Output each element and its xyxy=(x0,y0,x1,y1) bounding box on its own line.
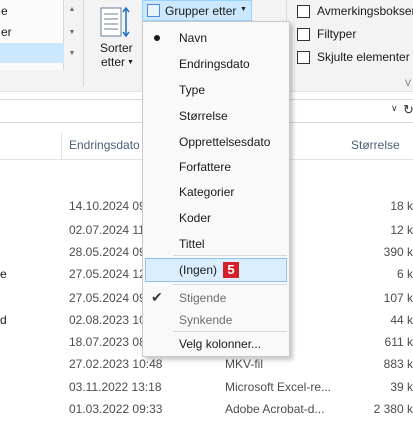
refresh-icon[interactable]: ↻ xyxy=(403,102,413,118)
menu-item-label: Stigende xyxy=(179,291,227,305)
menu-item-label: Opprettelsesdato xyxy=(179,135,271,149)
menu-item-size[interactable]: Størrelse xyxy=(145,104,287,128)
file-size: 12 k xyxy=(390,223,413,237)
file-size: 611 k xyxy=(384,335,413,349)
file-date: 27.05.2024 09 xyxy=(69,291,146,305)
sort-label: Sorter xyxy=(100,41,133,55)
file-size: 107 k xyxy=(383,291,413,305)
file-row[interactable]: 03.11.2022 13:18 Microsoft Excel-re... 39 … xyxy=(0,377,413,397)
step-badge: 5 xyxy=(223,262,239,278)
file-size: 6 k xyxy=(396,267,413,281)
file-type: Adobe Acrobat-d... xyxy=(225,402,325,416)
file-date: 28.05.2024 09 xyxy=(69,245,146,259)
menu-item-choose-columns[interactable]: Velg kolonner... xyxy=(145,332,287,356)
layout-item-selected[interactable] xyxy=(0,43,64,63)
menu-item-label: Koder xyxy=(179,211,212,225)
sort-icon xyxy=(100,6,130,38)
menu-item-label: Synkende xyxy=(179,313,233,327)
file-row[interactable]: 01.03.2022 09:33 Adobe Acrobat-d... 2 380 … xyxy=(0,399,413,419)
menu-item-type[interactable]: Type xyxy=(145,78,287,102)
file-name: d xyxy=(0,313,7,327)
menu-item-label: Størrelse xyxy=(179,109,228,123)
checkmark-icon: ✔ xyxy=(151,289,163,305)
radio-selected-icon xyxy=(154,35,160,41)
ribbon-section-label: V xyxy=(405,78,412,88)
file-size: 883 k xyxy=(383,357,413,371)
menu-item-label: Tittel xyxy=(179,237,205,251)
layout-item[interactable]: er xyxy=(0,22,64,42)
chevron-down-icon[interactable]: ∨ xyxy=(391,103,398,114)
chevron-down-icon: ▼ xyxy=(240,6,247,13)
file-type: MKV-fil xyxy=(225,357,264,371)
file-row[interactable]: 27.02.2023 10:48 MKV-fil 883 k xyxy=(0,354,413,374)
menu-item-label: Kategorier xyxy=(179,185,235,199)
scroll-up-icon[interactable]: ▲ xyxy=(68,6,76,14)
layout-gallery[interactable]: e er xyxy=(0,0,64,70)
menu-item-label: Type xyxy=(179,83,206,97)
file-name: e xyxy=(0,267,7,281)
checkbox[interactable] xyxy=(297,5,310,18)
group-by-menu: Navn Endringsdato Type Størrelse Opprett… xyxy=(142,21,290,357)
divider xyxy=(83,0,84,86)
checkbox-label: Skjulte elementer xyxy=(317,50,410,64)
checkbox[interactable] xyxy=(297,28,310,41)
menu-separator xyxy=(173,284,287,285)
menu-item-descending[interactable]: Synkende xyxy=(145,308,287,332)
file-size: 39 k xyxy=(390,380,413,394)
file-date: 27.05.2024 12 xyxy=(69,267,146,281)
menu-item-label: Navn xyxy=(179,31,208,45)
sort-by-button[interactable]: Sorter etter ▼ xyxy=(92,0,140,78)
sort-label-line2: etter ▼ xyxy=(101,55,134,69)
menu-item-label: Forfattere xyxy=(179,160,232,174)
menu-item-ascending[interactable]: ✔ Stigende xyxy=(145,286,287,310)
file-size: 390 k xyxy=(383,245,413,259)
file-date: 18.07.2023 08 xyxy=(69,335,146,349)
file-size: 18 k xyxy=(390,199,413,213)
group-by-button[interactable]: Grupper etter ▼ xyxy=(142,0,252,21)
chevron-down-icon: ▼ xyxy=(127,59,134,66)
menu-item-name[interactable]: Navn xyxy=(145,26,287,50)
checkbox-label: Filtyper xyxy=(317,27,357,41)
file-date: 01.03.2022 09:33 xyxy=(69,402,163,416)
menu-item-tags[interactable]: Koder xyxy=(145,206,287,230)
menu-item-date-created[interactable]: Opprettelsesdato xyxy=(145,130,287,154)
menu-item-label: (Ingen) xyxy=(179,263,218,277)
file-date: 02.08.2023 10 xyxy=(69,313,146,327)
menu-item-none[interactable]: (Ingen) 5 xyxy=(145,258,287,282)
column-header-date[interactable]: Endringsdato xyxy=(69,138,140,152)
column-header-size[interactable]: Størrelse xyxy=(351,138,400,152)
file-date: 27.02.2023 10:48 xyxy=(69,357,163,371)
menu-separator xyxy=(173,255,287,256)
group-by-icon xyxy=(147,4,160,17)
checkbox[interactable] xyxy=(297,51,310,64)
file-date: 14.10.2024 09: xyxy=(69,199,150,213)
menu-item-date-modified[interactable]: Endringsdato xyxy=(145,52,287,76)
menu-item-categories[interactable]: Kategorier xyxy=(145,180,287,204)
scroll-down-icon[interactable]: ▼ xyxy=(68,29,76,37)
layout-gallery-scrollbar[interactable]: ▲ ▼ ▼ xyxy=(66,0,78,64)
layout-item[interactable]: e xyxy=(0,1,64,21)
file-type: Microsoft Excel-re... xyxy=(225,380,332,394)
menu-item-label: Endringsdato xyxy=(179,57,250,71)
expand-gallery-icon[interactable]: ▼ xyxy=(68,50,76,58)
file-date: 03.11.2022 13:18 xyxy=(69,380,162,394)
file-size: 2 380 k xyxy=(373,402,413,416)
menu-item-authors[interactable]: Forfattere xyxy=(145,155,287,179)
menu-item-title[interactable]: Tittel xyxy=(145,232,287,256)
group-by-label: Grupper etter xyxy=(165,4,237,18)
column-divider[interactable] xyxy=(61,132,62,160)
menu-item-label: Velg kolonner... xyxy=(179,337,262,351)
file-size: 44 k xyxy=(390,313,413,327)
file-date: 02.07.2024 11 xyxy=(69,223,145,237)
checkbox-label: Avmerkingsbokser xyxy=(317,4,413,18)
